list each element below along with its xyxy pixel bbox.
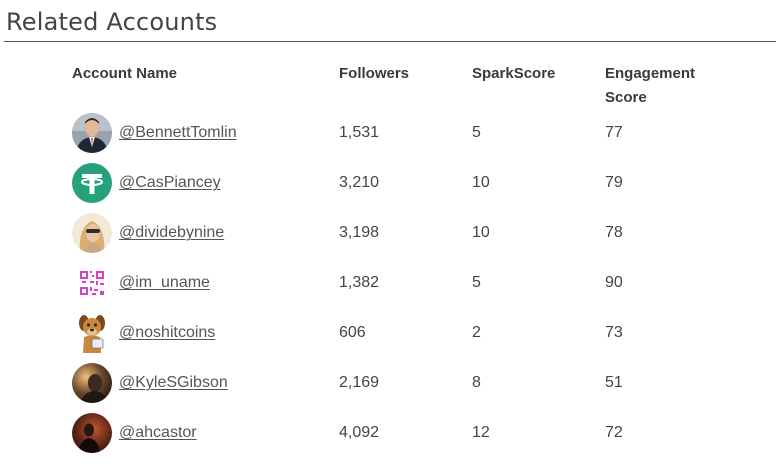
account-link[interactable]: @KyleSGibson <box>119 374 228 391</box>
account-link[interactable]: @CasPiancey <box>119 174 221 191</box>
engagement-value: 72 <box>605 424 623 441</box>
account-link[interactable]: @BennettTomlin <box>119 124 237 141</box>
followers-value: 4,092 <box>339 424 380 441</box>
avatar[interactable] <box>72 210 112 260</box>
sparkscore-value: 12 <box>472 424 490 441</box>
sparkscore-value: 10 <box>472 224 490 241</box>
table-row: @im_uname 1,382 5 90 <box>0 260 784 310</box>
followers-value: 1,531 <box>339 124 380 141</box>
column-header-engagement-score: Engagement Score <box>605 62 735 110</box>
column-header-followers: Followers <box>339 65 410 82</box>
column-header-sparkscore: SparkScore <box>472 65 556 82</box>
followers-value: 1,382 <box>339 274 380 291</box>
table-row: @KyleSGibson 2,169 8 51 <box>0 360 784 410</box>
section-title: Related Accounts <box>6 8 218 36</box>
engagement-value: 79 <box>605 174 623 191</box>
engagement-value: 51 <box>605 374 623 391</box>
followers-value: 606 <box>339 324 366 341</box>
title-divider <box>4 41 776 42</box>
sparkscore-value: 5 <box>472 124 481 141</box>
account-link[interactable]: @ahcastor <box>119 424 197 441</box>
engagement-value: 77 <box>605 124 623 141</box>
account-link[interactable]: @dividebynine <box>119 224 224 241</box>
engagement-value: 78 <box>605 224 623 241</box>
column-header-account-name: Account Name <box>72 65 178 82</box>
engagement-header-line1: Engagement <box>605 65 696 82</box>
avatar[interactable] <box>72 160 112 210</box>
avatar[interactable] <box>72 260 112 310</box>
engagement-value: 73 <box>605 324 623 341</box>
related-accounts-panel: Related Accounts Account Name Followers … <box>0 0 784 476</box>
engagement-value: 90 <box>605 274 623 291</box>
table-row: @dividebynine 3,198 10 78 <box>0 210 784 260</box>
table-row: @BennettTomlin 1,531 5 77 <box>0 110 784 160</box>
avatar[interactable] <box>72 310 112 360</box>
avatar[interactable] <box>72 360 112 410</box>
followers-value: 3,210 <box>339 174 380 191</box>
account-link[interactable]: @noshitcoins <box>119 324 215 341</box>
followers-value: 3,198 <box>339 224 380 241</box>
sparkscore-value: 8 <box>472 374 481 391</box>
sparkscore-value: 5 <box>472 274 481 291</box>
accounts-table-body: @BennettTomlin 1,531 5 77 @CasPiancey 3,… <box>0 110 784 460</box>
table-row: @ahcastor 4,092 12 72 <box>0 410 784 460</box>
table-row: @CasPiancey 3,210 10 79 <box>0 160 784 210</box>
table-header: Account Name Followers SparkScore Engage… <box>0 62 784 112</box>
avatar[interactable] <box>72 110 112 160</box>
sparkscore-value: 2 <box>472 324 481 341</box>
account-link[interactable]: @im_uname <box>119 274 210 291</box>
engagement-header-line2: Score <box>605 89 647 106</box>
sparkscore-value: 10 <box>472 174 490 191</box>
followers-value: 2,169 <box>339 374 380 391</box>
table-row: @noshitcoins 606 2 73 <box>0 310 784 360</box>
avatar[interactable] <box>72 410 112 460</box>
